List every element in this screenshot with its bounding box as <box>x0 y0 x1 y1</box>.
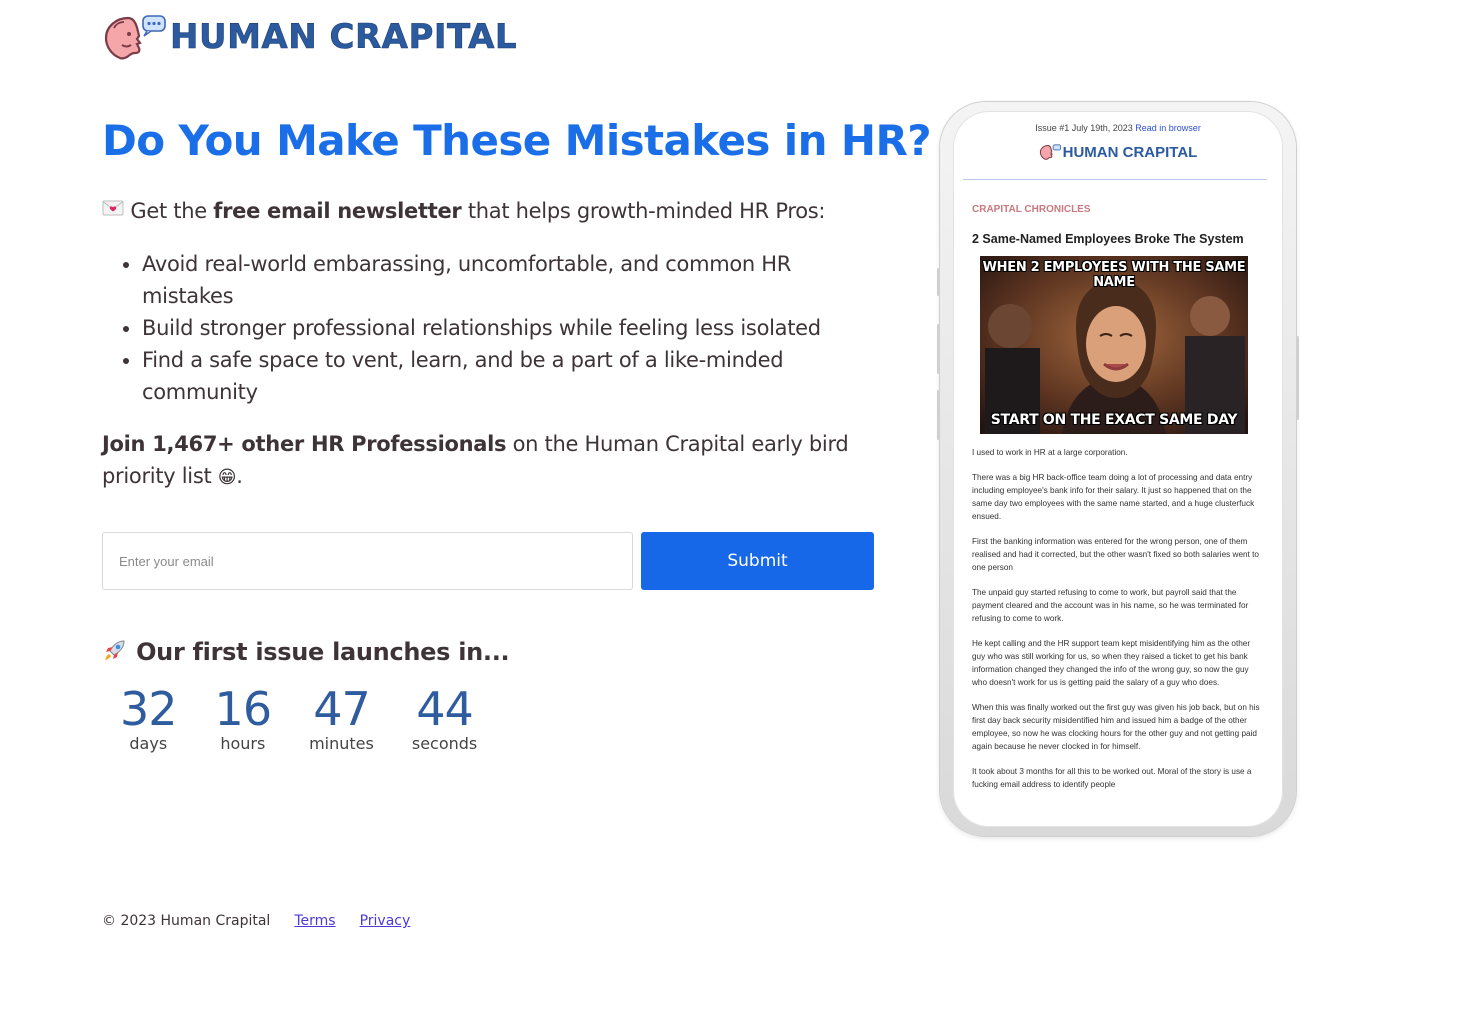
grinning-face-icon: 😁 <box>217 467 237 488</box>
article-paragraph: The unpaid guy started refusing to come … <box>972 588 1249 623</box>
article-paragraph: I used to work in HR at a large corporat… <box>972 448 1128 457</box>
countdown-value: 32 <box>120 682 178 736</box>
speaking-head-icon <box>104 15 166 60</box>
footer: © 2023 Human Crapital Terms Privacy <box>102 913 410 929</box>
brand-wordmark: HUMAN CRAPITAL <box>170 17 518 58</box>
intro-suffix: that helps growth-minded HR Pros: <box>467 199 826 223</box>
phone-side-button <box>937 324 940 374</box>
countdown-value: 47 <box>313 682 371 736</box>
signup-form: Submit <box>102 532 874 590</box>
terms-link[interactable]: Terms <box>294 913 335 929</box>
article-paragraph: When this was finally worked out the fir… <box>972 703 1260 751</box>
phone-side-button <box>1296 336 1299 420</box>
article-paragraph: There was a big HR back-office team doin… <box>972 473 1255 521</box>
launch-heading-text: Our first issue launches in... <box>136 638 510 666</box>
list-item: Avoid real-world embarassing, uncomforta… <box>142 248 862 312</box>
submit-button[interactable]: Submit <box>641 532 874 590</box>
countdown-minutes: 47 minutes <box>309 682 374 753</box>
countdown-label: minutes <box>309 734 374 753</box>
page-title: Do You Make These Mistakes in HR? <box>102 116 932 165</box>
read-in-browser-link[interactable]: Read in browser <box>1135 123 1201 133</box>
countdown-value: 44 <box>416 682 474 736</box>
countdown-label: days <box>129 734 168 753</box>
article-paragraph: First the banking information was entere… <box>972 537 1259 572</box>
preview-wordmark: HUMAN CRAPITAL <box>1062 143 1198 161</box>
countdown-label: seconds <box>411 734 478 753</box>
newsletter-preview-phone: Issue #1 July 19th, 2023 Read in browser… <box>937 102 1299 836</box>
article-paragraph: It took about 3 months for all this to b… <box>972 767 1252 789</box>
love-letter-icon <box>102 200 124 216</box>
privacy-link[interactable]: Privacy <box>360 913 411 929</box>
preview-logo: HUMAN CRAPITAL <box>953 143 1283 161</box>
intro-line: Get the free email newsletter that helps… <box>102 196 825 226</box>
phone-side-button <box>937 268 940 296</box>
countdown-value: 16 <box>214 682 273 736</box>
meme-top-caption: WHEN 2 EMPLOYEES WITH THE SAME NAME <box>982 260 1246 290</box>
rocket-icon <box>105 640 125 660</box>
copyright: © 2023 Human Crapital <box>102 913 271 929</box>
divider <box>963 179 1267 180</box>
list-item: Find a safe space to vent, learn, and be… <box>142 344 862 408</box>
join-end: . <box>236 464 243 488</box>
issue-date: Issue #1 July 19th, 2023 <box>1035 123 1133 133</box>
launch-heading: Our first issue launches in... <box>102 638 510 666</box>
countdown-hours: 16 hours <box>214 682 273 753</box>
list-item: Build stronger professional relationship… <box>142 312 862 344</box>
countdown-seconds: 44 seconds <box>412 682 477 753</box>
benefits-list: Avoid real-world embarassing, uncomforta… <box>102 248 862 408</box>
brand-logo[interactable]: HUMAN CRAPITAL <box>102 12 517 62</box>
speaking-head-icon <box>1039 144 1061 160</box>
phone-screen: Issue #1 July 19th, 2023 Read in browser… <box>953 111 1283 827</box>
issue-line: Issue #1 July 19th, 2023 Read in browser <box>953 123 1283 133</box>
social-proof: Join 1,467+ other HR Professionals on th… <box>102 428 874 494</box>
intro-bold: free email newsletter <box>213 199 462 223</box>
meme-bottom-caption: START ON THE EXACT SAME DAY <box>990 412 1238 428</box>
countdown: 32 days 16 hours 47 minutes 44 seconds <box>102 682 515 753</box>
phone-side-button <box>937 390 940 440</box>
intro-prefix: Get the <box>130 199 207 223</box>
article-title: 2 Same-Named Employees Broke The System <box>972 232 1244 246</box>
countdown-label: hours <box>220 734 266 753</box>
section-kicker: CRAPITAL CHRONICLES <box>972 204 1091 215</box>
article-paragraph: He kept calling and the HR support team … <box>972 639 1251 687</box>
meme-image: WHEN 2 EMPLOYEES WITH THE SAME NAME STAR… <box>980 256 1248 434</box>
join-bold: Join 1,467+ other HR Professionals <box>102 432 507 456</box>
email-input[interactable] <box>102 532 633 590</box>
countdown-days: 32 days <box>120 682 178 753</box>
